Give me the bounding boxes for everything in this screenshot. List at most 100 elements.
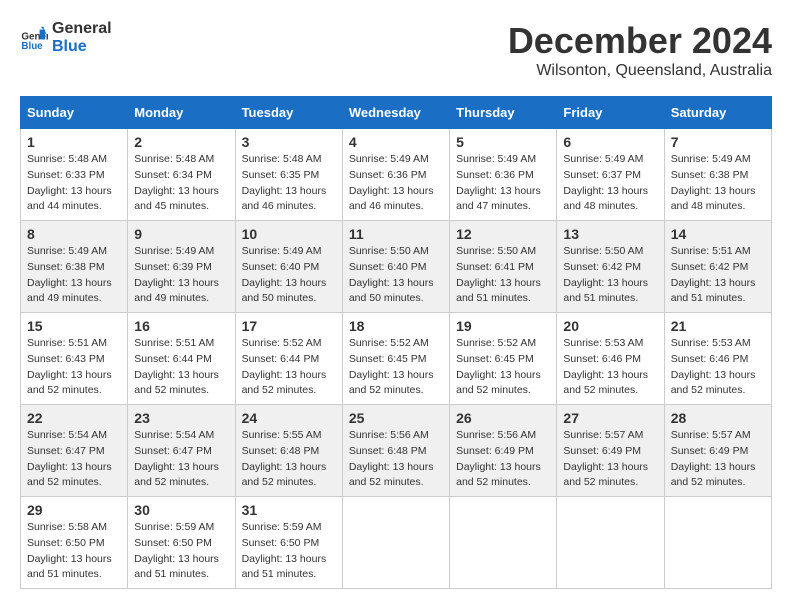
daylight-minutes: and 52 minutes.	[671, 476, 746, 488]
day-info: Sunrise: 5:53 AM Sunset: 6:46 PM Dayligh…	[671, 336, 765, 399]
daylight-minutes: and 51 minutes.	[134, 568, 209, 580]
day-cell: 24 Sunrise: 5:55 AM Sunset: 6:48 PM Dayl…	[235, 405, 342, 497]
sunrise-label: Sunrise: 5:57 AM	[563, 429, 643, 441]
weekday-header-row: SundayMondayTuesdayWednesdayThursdayFrid…	[21, 97, 772, 129]
day-cell: 12 Sunrise: 5:50 AM Sunset: 6:41 PM Dayl…	[450, 221, 557, 313]
day-info: Sunrise: 5:48 AM Sunset: 6:33 PM Dayligh…	[27, 152, 121, 215]
daylight-label: Daylight: 13 hours	[349, 461, 434, 473]
day-info: Sunrise: 5:57 AM Sunset: 6:49 PM Dayligh…	[671, 428, 765, 491]
sunset-label: Sunset: 6:47 PM	[27, 445, 105, 457]
daylight-label: Daylight: 13 hours	[134, 553, 219, 565]
sunrise-label: Sunrise: 5:49 AM	[134, 245, 214, 257]
weekday-header-friday: Friday	[557, 97, 664, 129]
day-cell: 25 Sunrise: 5:56 AM Sunset: 6:48 PM Dayl…	[342, 405, 449, 497]
daylight-minutes: and 52 minutes.	[134, 384, 209, 396]
daylight-label: Daylight: 13 hours	[671, 369, 756, 381]
sunset-label: Sunset: 6:33 PM	[27, 169, 105, 181]
daylight-label: Daylight: 13 hours	[563, 185, 648, 197]
day-number: 22	[27, 410, 121, 426]
logo-general: General	[52, 20, 112, 38]
day-info: Sunrise: 5:54 AM Sunset: 6:47 PM Dayligh…	[27, 428, 121, 491]
sunrise-label: Sunrise: 5:54 AM	[134, 429, 214, 441]
day-cell: 22 Sunrise: 5:54 AM Sunset: 6:47 PM Dayl…	[21, 405, 128, 497]
daylight-minutes: and 52 minutes.	[27, 384, 102, 396]
sunset-label: Sunset: 6:45 PM	[349, 353, 427, 365]
day-cell: 29 Sunrise: 5:58 AM Sunset: 6:50 PM Dayl…	[21, 497, 128, 589]
daylight-minutes: and 52 minutes.	[349, 384, 424, 396]
day-info: Sunrise: 5:59 AM Sunset: 6:50 PM Dayligh…	[134, 520, 228, 583]
sunset-label: Sunset: 6:48 PM	[349, 445, 427, 457]
sunrise-label: Sunrise: 5:49 AM	[563, 153, 643, 165]
day-cell	[450, 497, 557, 589]
daylight-minutes: and 51 minutes.	[242, 568, 317, 580]
daylight-minutes: and 52 minutes.	[27, 476, 102, 488]
day-info: Sunrise: 5:49 AM Sunset: 6:39 PM Dayligh…	[134, 244, 228, 307]
daylight-label: Daylight: 13 hours	[671, 277, 756, 289]
daylight-minutes: and 51 minutes.	[27, 568, 102, 580]
day-info: Sunrise: 5:49 AM Sunset: 6:38 PM Dayligh…	[671, 152, 765, 215]
sunset-label: Sunset: 6:47 PM	[134, 445, 212, 457]
day-cell: 5 Sunrise: 5:49 AM Sunset: 6:36 PM Dayli…	[450, 129, 557, 221]
daylight-label: Daylight: 13 hours	[456, 185, 541, 197]
sunset-label: Sunset: 6:38 PM	[671, 169, 749, 181]
daylight-minutes: and 52 minutes.	[671, 384, 746, 396]
sunset-label: Sunset: 6:36 PM	[349, 169, 427, 181]
daylight-label: Daylight: 13 hours	[456, 369, 541, 381]
logo-blue: Blue	[52, 38, 112, 56]
day-info: Sunrise: 5:51 AM Sunset: 6:43 PM Dayligh…	[27, 336, 121, 399]
day-info: Sunrise: 5:52 AM Sunset: 6:45 PM Dayligh…	[456, 336, 550, 399]
day-cell: 27 Sunrise: 5:57 AM Sunset: 6:49 PM Dayl…	[557, 405, 664, 497]
sunset-label: Sunset: 6:50 PM	[242, 537, 320, 549]
day-cell: 15 Sunrise: 5:51 AM Sunset: 6:43 PM Dayl…	[21, 313, 128, 405]
day-cell: 11 Sunrise: 5:50 AM Sunset: 6:40 PM Dayl…	[342, 221, 449, 313]
day-info: Sunrise: 5:51 AM Sunset: 6:42 PM Dayligh…	[671, 244, 765, 307]
daylight-label: Daylight: 13 hours	[27, 277, 112, 289]
day-number: 29	[27, 502, 121, 518]
daylight-minutes: and 52 minutes.	[242, 476, 317, 488]
sunrise-label: Sunrise: 5:52 AM	[242, 337, 322, 349]
sunrise-label: Sunrise: 5:48 AM	[27, 153, 107, 165]
sunset-label: Sunset: 6:46 PM	[563, 353, 641, 365]
week-row-2: 8 Sunrise: 5:49 AM Sunset: 6:38 PM Dayli…	[21, 221, 772, 313]
daylight-minutes: and 52 minutes.	[563, 476, 638, 488]
sunrise-label: Sunrise: 5:53 AM	[563, 337, 643, 349]
daylight-label: Daylight: 13 hours	[134, 369, 219, 381]
sunrise-label: Sunrise: 5:52 AM	[349, 337, 429, 349]
daylight-label: Daylight: 13 hours	[456, 277, 541, 289]
day-info: Sunrise: 5:52 AM Sunset: 6:44 PM Dayligh…	[242, 336, 336, 399]
svg-text:Blue: Blue	[21, 41, 43, 52]
day-info: Sunrise: 5:49 AM Sunset: 6:37 PM Dayligh…	[563, 152, 657, 215]
day-cell: 4 Sunrise: 5:49 AM Sunset: 6:36 PM Dayli…	[342, 129, 449, 221]
title-section: December 2024 Wilsonton, Queensland, Aus…	[508, 20, 772, 80]
sunset-label: Sunset: 6:38 PM	[27, 261, 105, 273]
weekday-header-thursday: Thursday	[450, 97, 557, 129]
daylight-label: Daylight: 13 hours	[242, 369, 327, 381]
sunset-label: Sunset: 6:48 PM	[242, 445, 320, 457]
day-number: 5	[456, 134, 550, 150]
sunrise-label: Sunrise: 5:51 AM	[671, 245, 751, 257]
daylight-label: Daylight: 13 hours	[349, 277, 434, 289]
day-info: Sunrise: 5:48 AM Sunset: 6:34 PM Dayligh…	[134, 152, 228, 215]
location-title: Wilsonton, Queensland, Australia	[508, 62, 772, 80]
day-info: Sunrise: 5:49 AM Sunset: 6:36 PM Dayligh…	[456, 152, 550, 215]
day-cell: 2 Sunrise: 5:48 AM Sunset: 6:34 PM Dayli…	[128, 129, 235, 221]
daylight-minutes: and 52 minutes.	[349, 476, 424, 488]
day-info: Sunrise: 5:49 AM Sunset: 6:38 PM Dayligh…	[27, 244, 121, 307]
daylight-minutes: and 47 minutes.	[456, 200, 531, 212]
sunrise-label: Sunrise: 5:56 AM	[349, 429, 429, 441]
week-row-4: 22 Sunrise: 5:54 AM Sunset: 6:47 PM Dayl…	[21, 405, 772, 497]
sunset-label: Sunset: 6:49 PM	[671, 445, 749, 457]
sunrise-label: Sunrise: 5:50 AM	[563, 245, 643, 257]
day-info: Sunrise: 5:59 AM Sunset: 6:50 PM Dayligh…	[242, 520, 336, 583]
day-cell	[664, 497, 771, 589]
day-cell: 19 Sunrise: 5:52 AM Sunset: 6:45 PM Dayl…	[450, 313, 557, 405]
day-number: 21	[671, 318, 765, 334]
day-number: 30	[134, 502, 228, 518]
day-cell: 1 Sunrise: 5:48 AM Sunset: 6:33 PM Dayli…	[21, 129, 128, 221]
day-info: Sunrise: 5:50 AM Sunset: 6:41 PM Dayligh…	[456, 244, 550, 307]
daylight-minutes: and 51 minutes.	[563, 292, 638, 304]
day-number: 19	[456, 318, 550, 334]
sunset-label: Sunset: 6:49 PM	[563, 445, 641, 457]
day-info: Sunrise: 5:52 AM Sunset: 6:45 PM Dayligh…	[349, 336, 443, 399]
sunset-label: Sunset: 6:37 PM	[563, 169, 641, 181]
